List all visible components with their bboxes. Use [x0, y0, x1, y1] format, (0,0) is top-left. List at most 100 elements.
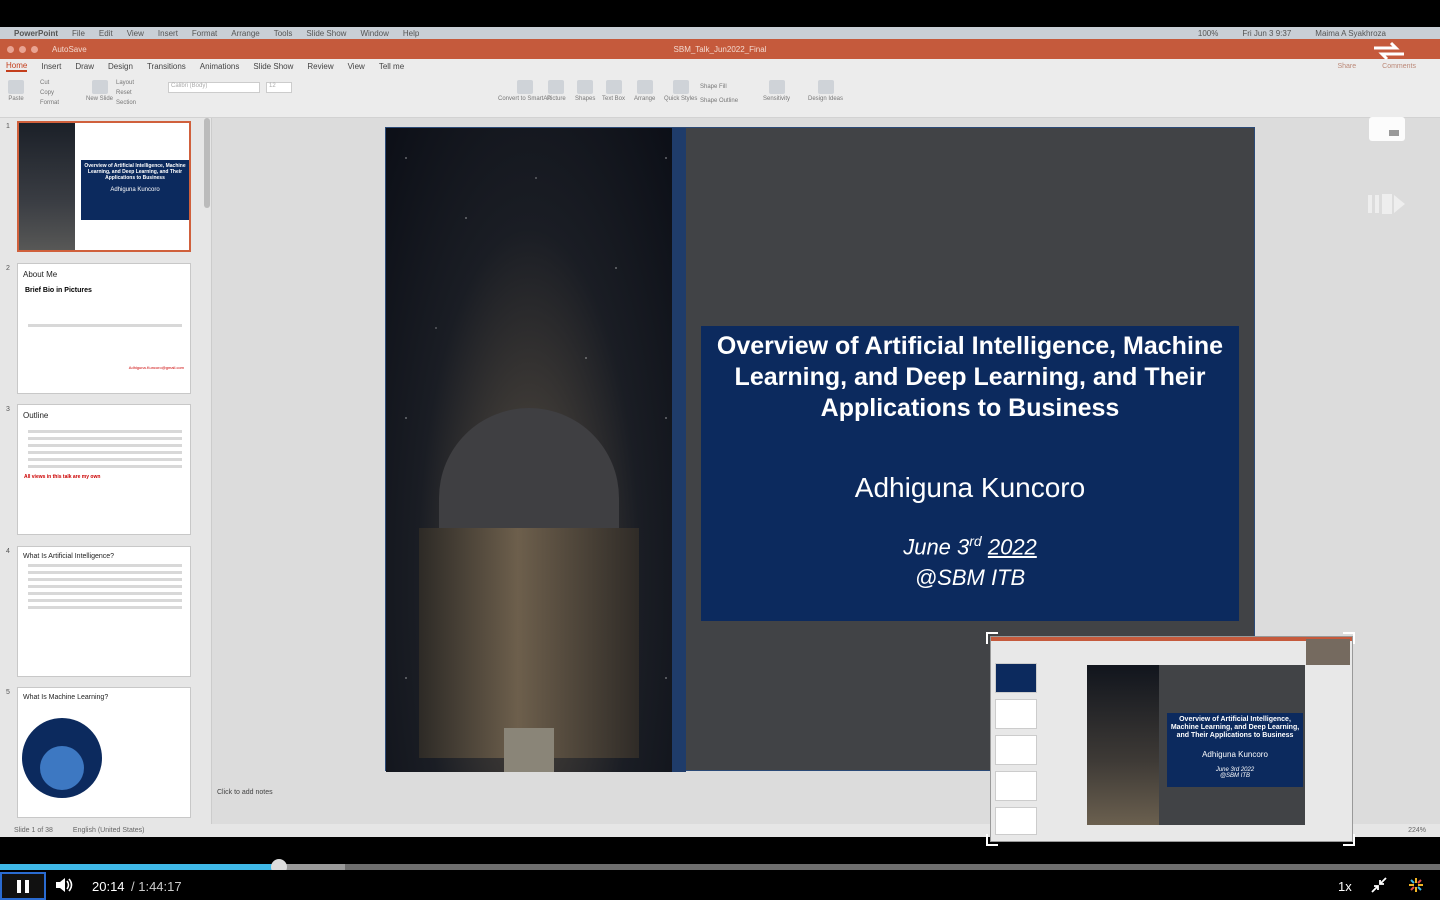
section-button[interactable]: Section	[116, 98, 136, 108]
tab-home[interactable]: Home	[6, 61, 28, 72]
comments-button[interactable]: Comments	[1382, 63, 1416, 70]
thumbnail-slide-2[interactable]: About Me Brief Bio in Pictures Adhiguna.…	[17, 263, 191, 394]
pip-corner	[1343, 632, 1355, 644]
text-box-button[interactable]: Text Box	[602, 80, 625, 102]
menu-tools[interactable]: Tools	[274, 29, 293, 38]
ribbon-toolbar: Paste Cut Copy Format New Slide Layout R…	[0, 74, 1440, 118]
menu-view[interactable]: View	[127, 29, 144, 38]
radcliffe-camera-photo	[386, 128, 672, 772]
shape-format-group: Shape Fill Shape Outline	[700, 80, 738, 108]
notes-placeholder[interactable]: Click to add notes	[217, 789, 273, 796]
menu-file[interactable]: File	[72, 29, 85, 38]
thumb-number: 1	[6, 123, 10, 130]
slides-group: Layout Reset Section	[116, 78, 136, 108]
ribbon-tabs: Home Insert Draw Design Transitions Anim…	[0, 59, 1440, 74]
thumbnail-slide-3[interactable]: Outline All views in this talk are my ow…	[17, 404, 191, 535]
slide-author: Adhiguna Kuncoro	[854, 472, 1086, 503]
sensitivity-button[interactable]: Sensitivity	[763, 80, 790, 102]
slide-title: Overview of Artificial Intelligence, Mac…	[716, 332, 1224, 422]
title-box[interactable]: Overview of Artificial Intelligence, Mac…	[701, 326, 1239, 621]
menu-edit[interactable]: Edit	[99, 29, 113, 38]
zoom-area: 224%	[1408, 827, 1426, 834]
menu-insert[interactable]: Insert	[158, 29, 178, 38]
convert-label: Convert to SmartArt	[498, 96, 552, 102]
tab-view[interactable]: View	[348, 62, 365, 71]
menu-slide-show[interactable]: Slide Show	[306, 29, 346, 38]
thumb-number: 2	[6, 265, 10, 272]
exit-fullscreen-icon[interactable]	[1371, 877, 1387, 893]
language-indicator[interactable]: English (United States)	[73, 827, 145, 834]
date-year: 2022	[987, 534, 1037, 560]
format-painter-button[interactable]: Format	[40, 98, 59, 108]
menu-help[interactable]: Help	[403, 29, 419, 38]
app-logo-icon[interactable]	[1408, 877, 1424, 893]
thumbnail-slide-4[interactable]: What Is Artificial Intelligence?	[17, 546, 191, 677]
path-shape	[504, 728, 554, 772]
thumb-email: Adhiguna.Kuncoro@gmail.com	[128, 365, 184, 370]
share-button[interactable]: Share	[1337, 63, 1356, 70]
reset-button[interactable]: Reset	[116, 88, 132, 98]
thumbnails-scrollbar[interactable]	[204, 118, 210, 208]
menu-app[interactable]: PowerPoint	[14, 29, 58, 38]
thumbnail-slide-1[interactable]: Overview of Artificial Intelligence, Mac…	[17, 121, 191, 252]
sensitivity-icon	[768, 80, 785, 94]
tab-insert[interactable]: Insert	[41, 62, 61, 71]
new-slide-label: New Slide	[86, 96, 114, 102]
slide-date: June 3rd 2022 @SBM ITB	[701, 526, 1239, 593]
thumbnail-slide-5[interactable]: What Is Machine Learning?	[17, 687, 191, 818]
arrange-button[interactable]: Arrange	[634, 80, 655, 102]
current-time: 20:14	[92, 879, 125, 894]
picture-icon	[548, 80, 565, 94]
date-superscript: rd	[969, 533, 982, 549]
pip-title-box: Overview of Artificial Intelligence, Mac…	[1167, 713, 1303, 787]
shape-fill-button[interactable]: Shape Fill	[700, 80, 727, 94]
slides-layout-icon[interactable]	[1368, 192, 1406, 216]
clipboard-group: Cut Copy Format	[40, 78, 59, 108]
thumb-title: About Me	[23, 270, 58, 279]
menu-window[interactable]: Window	[360, 29, 388, 38]
zoom-level[interactable]: 224%	[1408, 827, 1426, 834]
paste-icon	[8, 80, 24, 94]
text-box-icon	[605, 80, 622, 94]
tab-review[interactable]: Review	[307, 62, 333, 71]
volume-icon[interactable]	[54, 876, 74, 894]
menu-format[interactable]: Format	[192, 29, 217, 38]
battery-text: 100%	[1197, 28, 1219, 38]
window-title-bar: AutoSave SBM_Talk_Jun2022_Final	[0, 39, 1440, 59]
tab-transitions[interactable]: Transitions	[147, 62, 186, 71]
sensitivity-label: Sensitivity	[763, 96, 791, 102]
layout-button[interactable]: Layout	[116, 78, 134, 88]
copy-button[interactable]: Copy	[40, 88, 54, 98]
picture-button[interactable]: Picture	[547, 80, 566, 102]
thumb-number: 4	[6, 548, 10, 555]
shape-outline-button[interactable]: Shape Outline	[700, 94, 738, 108]
tell-me-search[interactable]: Tell me	[379, 62, 404, 71]
menu-arrange[interactable]: Arrange	[231, 29, 259, 38]
pip-video-window[interactable]: Overview of Artificial Intelligence, Mac…	[990, 636, 1353, 842]
tab-draw[interactable]: Draw	[75, 62, 94, 71]
arrange-icon	[636, 80, 653, 94]
paste-label: Paste	[8, 96, 24, 102]
picture-in-picture-icon[interactable]	[1369, 117, 1405, 141]
quick-styles-button[interactable]: Quick Styles	[664, 80, 697, 102]
thumb-sub: Adhiguna Kuncoro	[110, 187, 160, 193]
cut-button[interactable]: Cut	[40, 78, 49, 88]
tab-animations[interactable]: Animations	[200, 62, 240, 71]
playback-speed-button[interactable]: 1x	[1338, 879, 1352, 894]
design-ideas-button[interactable]: Design Ideas	[808, 80, 843, 102]
tab-design[interactable]: Design	[108, 62, 133, 71]
font-size-select[interactable]: 12	[266, 82, 292, 93]
shapes-button[interactable]: Shapes	[575, 80, 595, 102]
tab-slide-show[interactable]: Slide Show	[253, 62, 293, 71]
user-name: Maima A Syakhroza	[1315, 28, 1386, 38]
swap-view-icon[interactable]	[1372, 40, 1406, 62]
mac-menu-bar: PowerPoint File Edit View Insert Format …	[0, 27, 1440, 39]
paste-button[interactable]: Paste	[8, 80, 24, 102]
pause-button[interactable]	[0, 872, 46, 900]
pip-corner	[1343, 834, 1355, 846]
font-family-select[interactable]: Calibri (Body)	[168, 82, 260, 93]
thumbnail-photo	[19, 123, 75, 250]
venn-diagram	[22, 718, 102, 798]
new-slide-button[interactable]: New Slide	[86, 80, 113, 102]
convert-smartart-button[interactable]: Convert to SmartArt	[498, 80, 551, 102]
